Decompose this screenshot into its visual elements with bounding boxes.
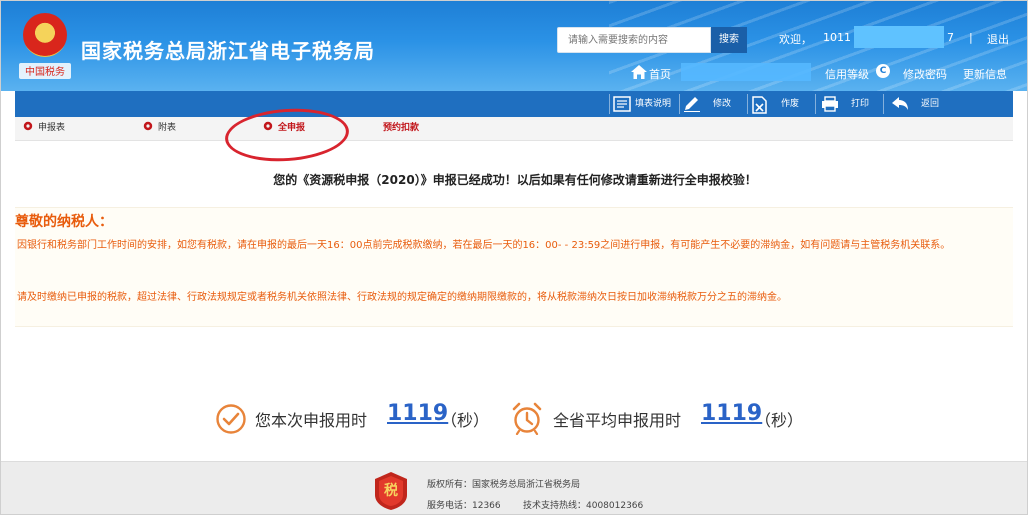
notice-paragraph-late-fee: 请及时缴纳已申报的税款，超过法律、行政法规规定或者税务机关依照法律、行政法规的规… (17, 292, 787, 303)
update-info-link[interactable]: 更新信息 (963, 66, 1007, 82)
my-declaration-time: 您本次申报用时 1119 （秒） (215, 401, 505, 435)
my-time-value: 1119 (387, 401, 449, 426)
form-help-button[interactable]: 填表说明 (613, 91, 683, 117)
footer-service-phone: 服务电话：12366 (427, 501, 501, 511)
notice-title: 尊敬的纳税人： (15, 214, 113, 230)
home-icon (631, 65, 647, 79)
tax-bureau-logo-icon: 税 (375, 472, 407, 510)
form-help-icon (613, 96, 631, 112)
toolbar-divider (679, 94, 680, 114)
user-id-redaction (854, 26, 944, 48)
void-button[interactable]: 作废 (751, 91, 815, 117)
notice-paragraph-payment-time: 因银行和税务部门工作时间的安排，如您有税款，请在申报的最后一天16：00点前完成… (17, 240, 951, 251)
avg-time-value: 1119 (701, 401, 763, 426)
tab-label: 附表 (158, 123, 177, 133)
toolbar-divider (747, 94, 748, 114)
avg-time-label: 全省平均申报用时 (553, 411, 682, 430)
gear-icon (143, 121, 153, 131)
search-button[interactable]: 搜索 (711, 27, 747, 53)
welcome-text: 欢迎， (779, 33, 812, 46)
back-arrow-icon (892, 97, 908, 110)
back-button[interactable]: 返回 (891, 91, 955, 117)
change-password-link[interactable]: 修改密码 (903, 66, 947, 82)
my-time-label: 您本次申报用时 (255, 411, 368, 430)
action-toolbar: 填表说明 修改 作废 打印 返回 (15, 91, 1013, 117)
toolbar-divider (815, 94, 816, 114)
logout-link[interactable]: 退出 (987, 31, 1009, 47)
form-tab-bar: 申报表 附表 全申报 预约扣款 (15, 117, 1013, 141)
notice-panel (15, 207, 1013, 327)
credit-grade-badge: C (876, 64, 890, 78)
void-doc-icon (752, 96, 767, 114)
back-label: 返回 (921, 99, 940, 109)
alarm-clock-icon (512, 402, 542, 435)
tab-declaration-form[interactable]: 申报表 (23, 117, 65, 141)
user-id-suffix: 7 (947, 31, 954, 44)
tab-attachment[interactable]: 附表 (143, 117, 176, 141)
pencil-icon (684, 97, 700, 112)
my-time-unit: （秒） (441, 411, 490, 430)
footer-copyright: 版权所有：国家税务总局浙江省税务局 (427, 480, 581, 490)
form-help-label: 填表说明 (635, 99, 672, 109)
avg-time-unit: （秒） (755, 411, 804, 430)
print-label: 打印 (851, 99, 870, 109)
tab-label: 预约扣款 (383, 123, 420, 133)
credit-level-label[interactable]: 信用等级 (825, 66, 869, 82)
void-label: 作废 (781, 99, 800, 109)
printer-icon (822, 96, 838, 112)
tab-label: 申报表 (38, 123, 66, 133)
tab-scheduled-deduction[interactable]: 预约扣款 (383, 117, 419, 141)
site-header: 中国税务 国家税务总局浙江省电子税务局 搜索 欢迎， 1011 7 | 退出 首… (1, 1, 1027, 91)
emblem-caption: 中国税务 (19, 63, 71, 79)
app-window: 中国税务 国家税务总局浙江省电子税务局 搜索 欢迎， 1011 7 | 退出 首… (0, 0, 1028, 515)
header-separator: | (969, 31, 973, 44)
logo-glyph: 税 (384, 482, 398, 499)
print-button[interactable]: 打印 (821, 91, 883, 117)
check-circle-icon (216, 404, 246, 434)
edit-button[interactable]: 修改 (683, 91, 745, 117)
toolbar-divider (883, 94, 884, 114)
user-id-prefix: 1011 (823, 31, 851, 44)
edit-label: 修改 (713, 99, 732, 109)
toolbar-divider (609, 94, 610, 114)
home-link[interactable]: 首页 (649, 66, 671, 82)
search-input[interactable] (557, 27, 711, 53)
gear-icon (23, 121, 33, 131)
success-message: 您的《资源税申报（2020）》申报已经成功！以后如果有任何修改请重新进行全申报校… (273, 173, 757, 187)
footer-support-hotline: 技术支持热线：4008012366 (523, 501, 644, 511)
national-emblem-icon (23, 13, 67, 57)
province-average-time: 全省平均申报用时 1119 （秒） (511, 401, 821, 435)
info-redaction (681, 63, 811, 81)
site-title: 国家税务总局浙江省电子税务局 (81, 39, 375, 63)
